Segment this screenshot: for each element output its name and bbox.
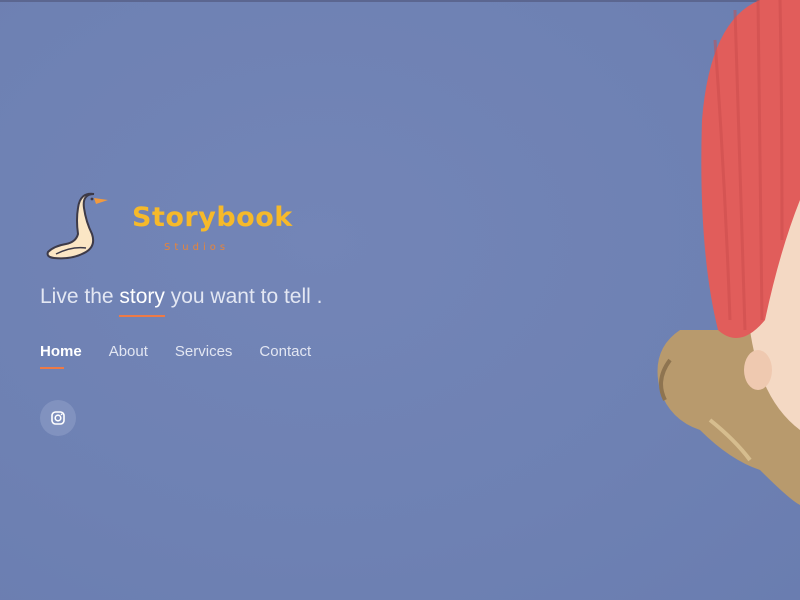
instagram-button[interactable] <box>40 400 76 436</box>
nav-item-contact[interactable]: Contact <box>259 343 311 360</box>
nav-item-home[interactable]: Home <box>40 343 82 369</box>
hero-section: Storybook Studios Live the story you wan… <box>0 0 800 600</box>
brand-subtitle: Studios <box>164 242 230 253</box>
tagline: Live the story you want to tell . <box>40 285 323 317</box>
main-nav: Home About Services Contact <box>40 343 311 369</box>
tagline-start: Live the <box>40 285 120 308</box>
brand-name: Storybook <box>132 202 293 233</box>
tagline-end: you want to tell . <box>164 285 323 308</box>
nav-item-about[interactable]: About <box>109 343 148 360</box>
tagline-highlight: story <box>119 285 165 317</box>
swan-logo-icon <box>46 192 108 260</box>
brand-logo[interactable]: Storybook Studios <box>42 190 292 265</box>
hero-photo <box>640 0 800 600</box>
nav-item-services[interactable]: Services <box>175 343 233 360</box>
instagram-icon <box>51 411 65 425</box>
